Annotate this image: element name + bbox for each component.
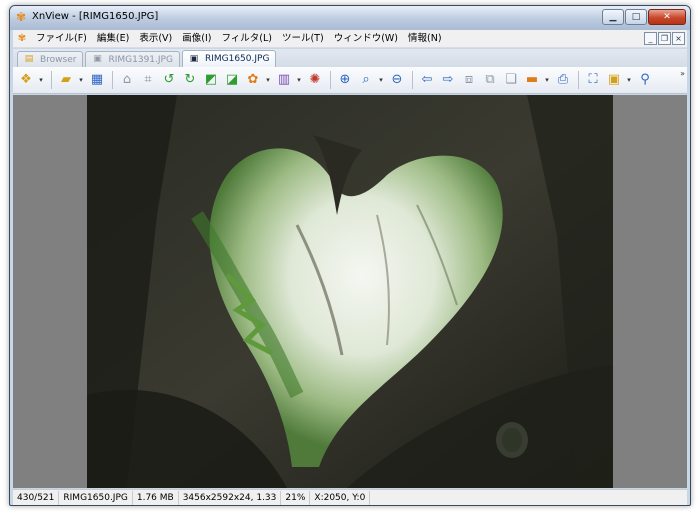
chevron-down-icon[interactable]: ▾ [77,76,85,84]
image-viewer[interactable] [13,95,687,488]
rotate-left-icon[interactable]: ↺ [159,70,179,90]
next-icon[interactable]: ⇨ [438,70,458,90]
toolbar-overflow-icon[interactable]: » [680,69,685,78]
crop-icon[interactable]: ⌗ [138,70,158,90]
copy-icon[interactable]: ❏ [501,70,521,90]
previous-icon[interactable]: ⇦ [417,70,437,90]
menu-filter[interactable]: フィルタ(L) [216,30,277,48]
window-title: XnView - [RIMG1650.JPG] [32,11,159,22]
menu-tools[interactable]: ツール(T) [277,30,329,48]
mdi-restore-button[interactable]: ❐ [658,32,671,45]
toolbar-separator [578,71,579,89]
menu-info[interactable]: 情報(N) [403,30,447,48]
image-export-icon[interactable]: ◪ [222,70,242,90]
chevron-down-icon[interactable]: ▾ [264,76,272,84]
open-folder-icon[interactable]: ▰ [56,70,76,90]
tab-browser[interactable]: ▤ Browser [17,51,84,67]
zoom-in-icon[interactable]: ⊕ [335,70,355,90]
tab-label: RIMG1391.JPG [108,54,173,65]
status-dimensions: 3456x2592x24, 1.33 [179,490,282,505]
find-icon[interactable]: ⚲ [635,70,655,90]
chevron-down-icon[interactable]: ▾ [295,76,303,84]
print-icon[interactable]: ⎙ [553,70,573,90]
status-coordinates: X:2050, Y:0 [310,490,371,505]
batch-icon[interactable]: ✿ [243,70,263,90]
browser-tree-icon[interactable]: ❖ [16,70,36,90]
tab-rimg1650[interactable]: ▣ RIMG1650.JPG [181,50,277,67]
tab-label: RIMG1650.JPG [204,54,270,64]
menu-file[interactable]: ファイル(F) [31,30,92,48]
chevron-down-icon[interactable]: ▾ [37,76,45,84]
tab-bar: ▤ Browser ▣ RIMG1391.JPG ▣ RIMG1650.JPG [13,49,687,67]
zoom-fit-icon[interactable]: ⌕ [356,70,376,90]
toolbar: ❖ ▾ ▰ ▾ ▦ ⌂ ⌗ ↺ ↻ ◩ ◪ ✿ ▾ ▥ ▾ ✺ ⊕ ⌕ ▾ ⊖ … [13,67,687,94]
maximize-button[interactable]: □ [625,9,647,25]
first-page-icon[interactable]: ⧈ [459,70,479,90]
mdi-minimize-button[interactable]: _ [644,32,657,45]
chevron-down-icon[interactable]: ▾ [543,76,551,84]
fullscreen-icon[interactable]: ⛶ [583,70,603,90]
effects-icon[interactable]: ✺ [305,70,325,90]
status-bar: 430/521 RIMG1650.JPG 1.76 MB 3456x2592x2… [13,489,687,505]
color-palette-icon[interactable]: ▥ [274,70,294,90]
menu-image[interactable]: 画像(I) [177,30,216,48]
toolbar-separator [330,71,331,89]
menu-bar: ✾ ファイル(F) 編集(E) 表示(V) 画像(I) フィルタ(L) ツール(… [13,30,687,48]
capture-icon[interactable]: ▣ [604,70,624,90]
toolbar-separator [112,71,113,89]
document-menu-icon[interactable]: ✾ [13,33,31,44]
close-button[interactable]: ✕ [648,9,686,25]
menu-view[interactable]: 表示(V) [134,30,177,48]
minimize-button[interactable]: ▁ [602,9,624,25]
mdi-buttons: _ ❐ × [643,32,685,45]
slideshow-icon[interactable]: ▬ [522,70,542,90]
menu-window[interactable]: ウィンドウ(W) [329,30,403,48]
status-filesize: 1.76 MB [133,490,179,505]
photo-canvas [87,95,613,488]
menu-edit[interactable]: 編集(E) [92,30,134,48]
status-position: 430/521 [13,490,60,505]
browser-icon: ▤ [24,54,34,64]
toolbar-separator [51,71,52,89]
forest-heart-photo [87,95,613,488]
zoom-out-icon[interactable]: ⊖ [387,70,407,90]
caption-buttons: ▁ □ ✕ [601,9,686,25]
last-page-icon[interactable]: ⧉ [480,70,500,90]
app-window: ✾ XnView - [RIMG1650.JPG] ▁ □ ✕ ✾ ファイル(F… [9,5,691,506]
rotate-right-icon[interactable]: ↻ [180,70,200,90]
image-icon: ▣ [93,54,102,64]
status-filename: RIMG1650.JPG [59,490,133,505]
tab-label: Browser [40,54,77,65]
toolbar-separator [412,71,413,89]
tab-rimg1391[interactable]: ▣ RIMG1391.JPG [85,51,180,67]
image-icon: ▣ [189,53,199,64]
image-import-icon[interactable]: ◩ [201,70,221,90]
scan-icon[interactable]: ⌂ [117,70,137,90]
chevron-down-icon[interactable]: ▾ [377,76,385,84]
mdi-close-button[interactable]: × [672,32,685,45]
status-zoom: 21% [281,490,311,505]
save-icon[interactable]: ▦ [87,70,107,90]
xnview-logo-icon: ✾ [16,10,27,24]
chevron-down-icon[interactable]: ▾ [625,76,633,84]
title-bar[interactable]: ✾ XnView - [RIMG1650.JPG] ▁ □ ✕ [10,6,690,30]
